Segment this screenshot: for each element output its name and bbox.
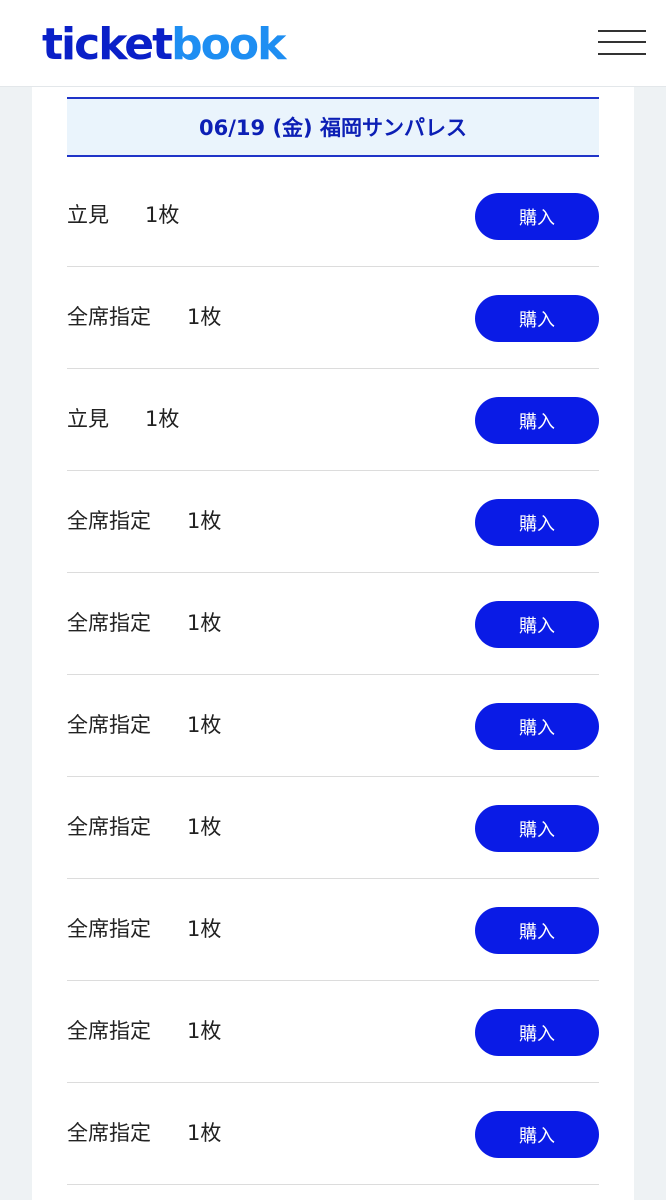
hamburger-menu-icon[interactable] — [598, 28, 648, 60]
purchase-button[interactable]: 購入 — [475, 805, 599, 852]
ticket-quantity: 1枚 — [145, 407, 180, 431]
ticket-row: 立見 1枚 購入 — [67, 369, 599, 471]
ticket-type: 立見 — [67, 407, 109, 431]
ticket-row: 全席指定 1枚 購入 — [67, 675, 599, 777]
ticket-label: 全席指定 1枚 — [67, 1019, 221, 1043]
ticket-label: 全席指定 1枚 — [67, 509, 221, 533]
ticket-label: 全席指定 1枚 — [67, 815, 221, 839]
ticket-label: 全席指定 1枚 — [67, 917, 221, 941]
ticket-quantity: 1枚 — [145, 203, 180, 227]
logo-text-ticket: ticket — [42, 19, 173, 70]
ticket-type: 全席指定 — [67, 1019, 151, 1043]
app-header: ticketbook — [0, 0, 666, 87]
ticket-quantity: 1枚 — [187, 611, 222, 635]
ticket-row: 全席指定 1枚 購入 — [67, 777, 599, 879]
ticket-quantity: 1枚 — [187, 815, 222, 839]
ticket-quantity: 1枚 — [187, 713, 222, 737]
purchase-button[interactable]: 購入 — [475, 1111, 599, 1158]
purchase-button[interactable]: 購入 — [475, 601, 599, 648]
purchase-button[interactable]: 購入 — [475, 193, 599, 240]
purchase-button[interactable]: 購入 — [475, 397, 599, 444]
ticket-type: 全席指定 — [67, 509, 151, 533]
purchase-button[interactable]: 購入 — [475, 703, 599, 750]
ticket-list: 立見 1枚 購入 全席指定 1枚 購入 立見 1枚 購入 全席指定 1枚 購入 — [67, 165, 599, 1185]
ticket-type: 全席指定 — [67, 305, 151, 329]
ticket-quantity: 1枚 — [187, 305, 222, 329]
ticket-card: 06/19 (金) 福岡サンパレス 立見 1枚 購入 全席指定 1枚 購入 立見… — [32, 87, 634, 1200]
ticket-type: 全席指定 — [67, 611, 151, 635]
ticket-label: 立見 1枚 — [67, 407, 179, 431]
menu-bar-bottom — [598, 53, 646, 55]
ticket-row: 立見 1枚 購入 — [67, 165, 599, 267]
ticket-quantity: 1枚 — [187, 1121, 222, 1145]
ticket-label: 全席指定 1枚 — [67, 713, 221, 737]
ticket-row: 全席指定 1枚 購入 — [67, 267, 599, 369]
logo-text-book: book — [171, 19, 286, 70]
ticket-row: 全席指定 1枚 購入 — [67, 573, 599, 675]
menu-bar-top — [598, 30, 646, 32]
ticket-quantity: 1枚 — [187, 917, 222, 941]
ticket-label: 全席指定 1枚 — [67, 1121, 221, 1145]
ticket-label: 全席指定 1枚 — [67, 305, 221, 329]
ticket-type: 立見 — [67, 203, 109, 227]
ticket-label: 立見 1枚 — [67, 203, 179, 227]
event-date-venue-header: 06/19 (金) 福岡サンパレス — [67, 97, 599, 157]
ticket-type: 全席指定 — [67, 815, 151, 839]
menu-bar-middle — [598, 41, 646, 43]
purchase-button[interactable]: 購入 — [475, 1009, 599, 1056]
ticket-row: 全席指定 1枚 購入 — [67, 1083, 599, 1185]
ticket-type: 全席指定 — [67, 917, 151, 941]
ticket-row: 全席指定 1枚 購入 — [67, 879, 599, 981]
ticket-type: 全席指定 — [67, 713, 151, 737]
ticket-quantity: 1枚 — [187, 509, 222, 533]
ticket-row: 全席指定 1枚 購入 — [67, 981, 599, 1083]
ticket-type: 全席指定 — [67, 1121, 151, 1145]
ticket-quantity: 1枚 — [187, 1019, 222, 1043]
ticket-row: 全席指定 1枚 購入 — [67, 471, 599, 573]
ticketbook-logo[interactable]: ticketbook — [42, 18, 286, 72]
purchase-button[interactable]: 購入 — [475, 295, 599, 342]
purchase-button[interactable]: 購入 — [475, 907, 599, 954]
purchase-button[interactable]: 購入 — [475, 499, 599, 546]
ticket-label: 全席指定 1枚 — [67, 611, 221, 635]
